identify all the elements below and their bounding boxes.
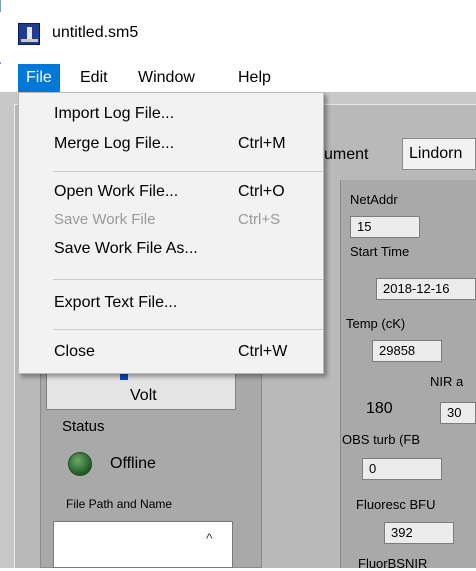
menu-item-label: Save Work File (54, 211, 156, 228)
scroll-up-icon[interactable]: ^ (206, 530, 213, 546)
gauge-label: Volt (130, 387, 157, 404)
menu-separator (53, 329, 323, 330)
file-path-label: File Path and Name (66, 497, 173, 511)
nir-field[interactable]: 30 (440, 402, 476, 424)
menu-edit[interactable]: Edit (72, 64, 116, 92)
menu-item-save-work-file: Save Work File Ctrl+S (20, 207, 322, 235)
status-label: Status (62, 418, 105, 435)
menu-separator (53, 171, 323, 172)
menu-item-label: Export Text File... (54, 294, 178, 311)
menu-item-open-work-file[interactable]: Open Work File... Ctrl+O (20, 179, 322, 207)
obs-turb-label: OBS turb (FB (342, 432, 421, 447)
menu-item-label: Close (54, 343, 95, 360)
menu-window[interactable]: Window (130, 64, 203, 92)
start-time-label: Start Time (350, 244, 410, 259)
instrument-select[interactable]: Lindorn (402, 138, 476, 170)
menu-help[interactable]: Help (230, 64, 279, 92)
menu-item-label: Import Log File... (54, 105, 175, 122)
menu-item-label: Open Work File... (54, 183, 179, 200)
netaddr-field[interactable]: 15 (350, 216, 420, 238)
nir-number: 180 (366, 400, 393, 417)
instrument-label: ument (324, 146, 369, 163)
menu-file[interactable]: File (18, 64, 60, 92)
menu-item-import-log-file[interactable]: Import Log File... (20, 101, 322, 129)
nir-label: NIR a (430, 374, 464, 389)
status-led-icon (68, 452, 92, 476)
file-menu-dropdown: Import Log File... Merge Log File... Ctr… (18, 92, 324, 374)
menu-item-save-work-file-as[interactable]: Save Work File As... (20, 236, 322, 264)
menu-item-shortcut: Ctrl+O (238, 183, 285, 200)
menu-item-export-text-file[interactable]: Export Text File... (20, 290, 322, 318)
fluorbsnir-label: FluorBSNIR (358, 556, 428, 571)
window-title: untitled.sm5 (52, 24, 139, 41)
fluoresc-field[interactable]: 392 (384, 522, 454, 544)
netaddr-label: NetAddr (350, 192, 398, 207)
temp-field[interactable]: 29858 (372, 340, 442, 362)
menu-item-shortcut: Ctrl+S (238, 211, 281, 228)
menu-item-close[interactable]: Close Ctrl+W (20, 339, 322, 367)
menu-item-label: Save Work File As... (54, 240, 198, 257)
menu-separator (53, 279, 323, 280)
status-text: Offline (110, 455, 156, 472)
temp-label: Temp (cK) (346, 316, 406, 331)
app-icon[interactable] (18, 23, 40, 45)
obs-turb-field[interactable]: 0 (362, 458, 442, 480)
fluoresc-label: Fluoresc BFU (356, 497, 436, 512)
start-time-field[interactable]: 2018-12-16 (376, 278, 476, 300)
menu-item-shortcut: Ctrl+W (238, 343, 288, 360)
menu-item-merge-log-file[interactable]: Merge Log File... Ctrl+M (20, 131, 322, 159)
menu-item-shortcut: Ctrl+M (238, 135, 286, 152)
menu-bar: File Edit Window Help (0, 64, 476, 92)
menu-item-label: Merge Log File... (54, 135, 175, 152)
